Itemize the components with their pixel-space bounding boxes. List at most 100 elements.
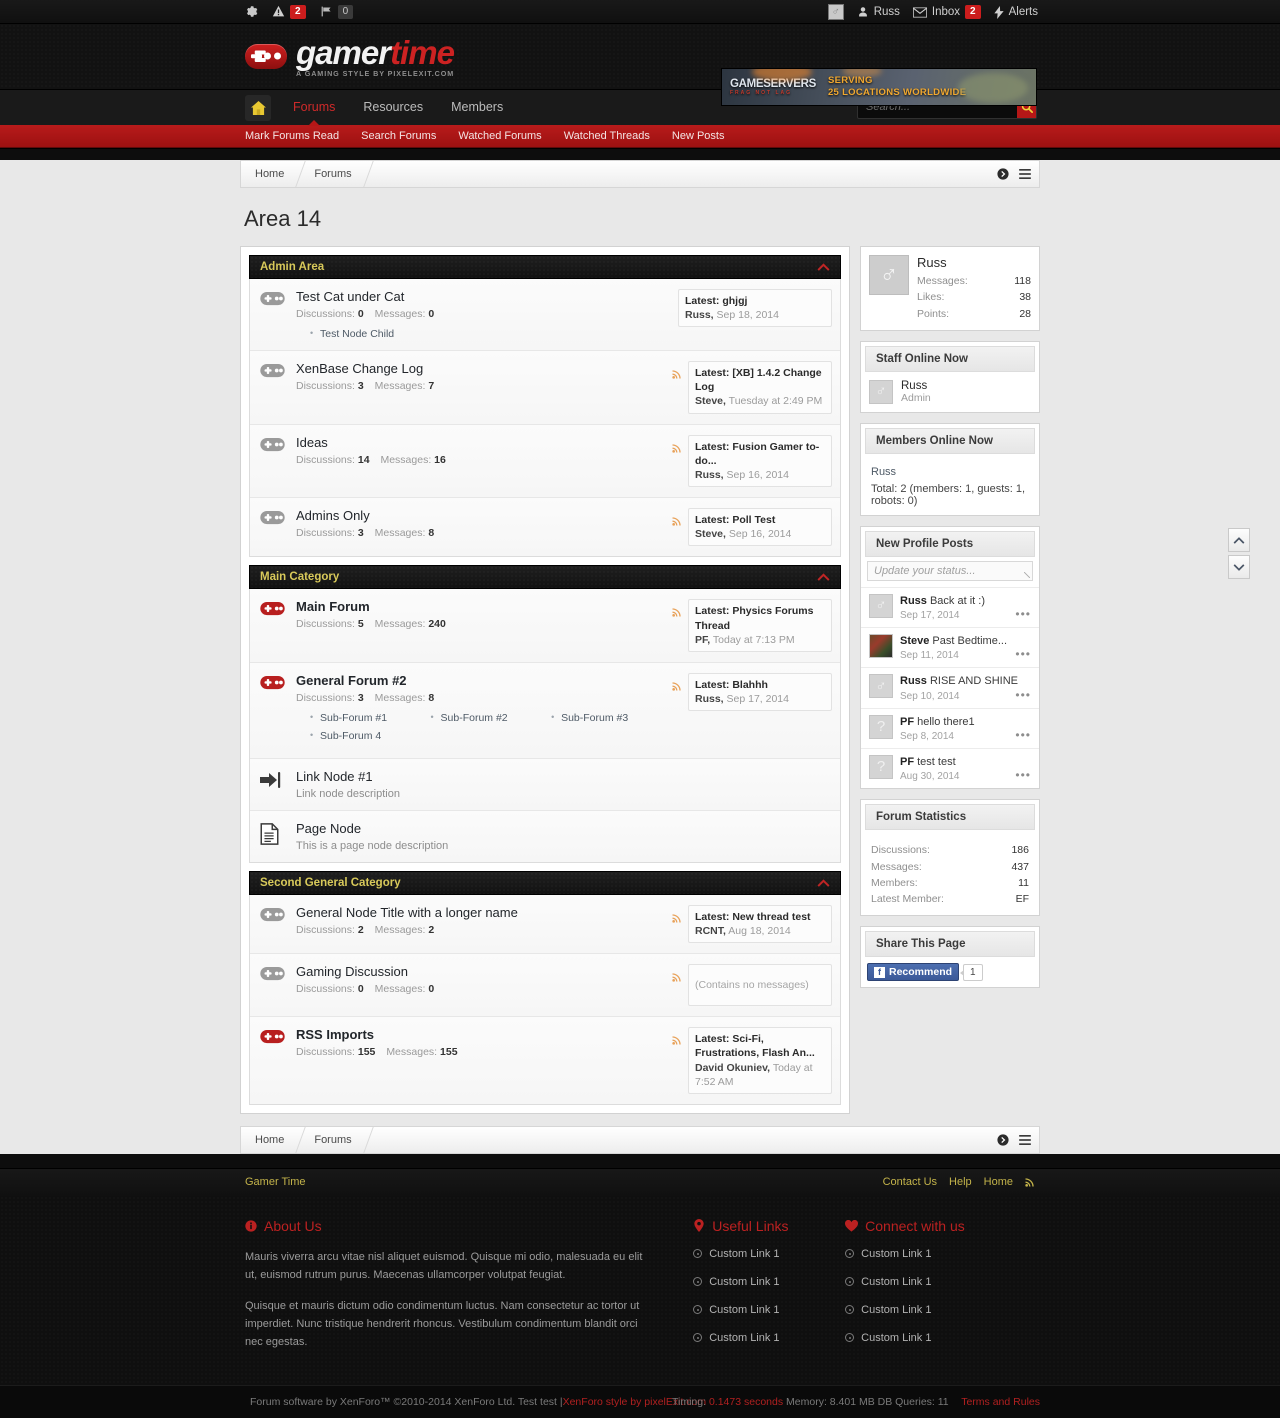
- category-header-main-category[interactable]: Main Category: [249, 565, 841, 590]
- footer-rss-icon[interactable]: [1025, 1177, 1035, 1188]
- node-row[interactable]: Main Forum Discussions: 5 Messages: 240: [250, 589, 840, 663]
- breadcrumb-forums[interactable]: Forums: [300, 161, 367, 187]
- online-member-names[interactable]: Russ: [871, 466, 1029, 478]
- last-post-title[interactable]: Latest: Fusion Gamer to-do...: [695, 440, 825, 468]
- avatar[interactable]: ?: [869, 714, 893, 739]
- footer-connect-link[interactable]: Custom Link 1: [845, 1276, 1035, 1288]
- status-input[interactable]: Update your status...: [867, 560, 1033, 581]
- footer-useful-link[interactable]: Custom Link 1: [693, 1304, 845, 1316]
- rss-icon[interactable]: [672, 508, 682, 526]
- nav-item-resources[interactable]: Resources: [349, 90, 437, 125]
- last-post-user[interactable]: Russ,: [695, 469, 724, 481]
- alerts-menu[interactable]: Alerts: [993, 5, 1038, 19]
- avatar[interactable]: ?: [869, 754, 893, 779]
- rss-icon[interactable]: [672, 361, 682, 379]
- node-row[interactable]: Admins Only Discussions: 3 Messages: 8 L…: [250, 498, 840, 557]
- subnav-watched-forums[interactable]: Watched Forums: [458, 130, 541, 142]
- node-title[interactable]: Link Node #1: [296, 769, 672, 784]
- node-title[interactable]: Test Cat under Cat: [296, 289, 672, 304]
- node-title[interactable]: Gaming Discussion: [296, 964, 672, 979]
- more-options-icon[interactable]: •••: [1015, 728, 1031, 742]
- rss-icon[interactable]: [672, 1027, 682, 1045]
- node-row[interactable]: Test Cat under Cat Discussions: 0 Messag…: [250, 279, 840, 351]
- rss-icon[interactable]: [672, 905, 682, 923]
- profile-post-item[interactable]: ? PF test test Aug 30, 2014 •••: [861, 747, 1039, 788]
- node-title[interactable]: Main Forum: [296, 599, 672, 614]
- profile-post-user[interactable]: Steve: [900, 635, 929, 647]
- facebook-recommend-button[interactable]: f Recommend: [867, 963, 960, 982]
- site-logo[interactable]: gamertime A GAMING STYLE BY PIXELEXIT.CO…: [245, 36, 455, 77]
- rss-icon[interactable]: [672, 435, 682, 453]
- subforum-item[interactable]: Sub-Forum 4: [310, 730, 431, 742]
- profile-post-item[interactable]: Steve Past Bedtime... Sep 11, 2014 •••: [861, 627, 1039, 667]
- category-header-second-general-category[interactable]: Second General Category: [249, 870, 841, 895]
- footer-connect-link[interactable]: Custom Link 1: [845, 1332, 1035, 1344]
- footer-connect-link[interactable]: Custom Link 1: [845, 1304, 1035, 1316]
- last-post-title[interactable]: Latest: Poll Test: [695, 513, 825, 527]
- banner-ad[interactable]: GAMESERVERS FRAG NOT LAG SERVING 25 LOCA…: [721, 68, 1037, 106]
- inbox-menu[interactable]: Inbox 2: [912, 5, 981, 19]
- scroll-to-top-button[interactable]: [1228, 528, 1250, 552]
- gear-icon[interactable]: [245, 5, 258, 18]
- subnav-mark-forums-read[interactable]: Mark Forums Read: [245, 130, 339, 142]
- subnav-watched-threads[interactable]: Watched Threads: [564, 130, 650, 142]
- visitor-name[interactable]: Russ: [917, 255, 1031, 270]
- last-post-title[interactable]: Latest: New thread test: [695, 910, 825, 924]
- last-post-user[interactable]: David Okuniev,: [695, 1062, 770, 1074]
- nav-item-forums[interactable]: Forums: [279, 90, 349, 126]
- stat-value[interactable]: EF: [1016, 891, 1029, 907]
- staff-name[interactable]: Russ: [901, 380, 931, 392]
- avatar[interactable]: ♂: [869, 674, 893, 699]
- footer-home[interactable]: Home: [984, 1176, 1013, 1188]
- profile-post-user[interactable]: Russ: [900, 595, 927, 607]
- last-post-title[interactable]: Latest: [XB] 1.4.2 Change Log: [695, 366, 825, 394]
- subforum-item[interactable]: Sub-Forum #3: [551, 712, 672, 724]
- last-post-user[interactable]: PF,: [695, 634, 710, 646]
- footer-connect-link[interactable]: Custom Link 1: [845, 1248, 1035, 1260]
- jump-to-icon[interactable]: [997, 168, 1009, 180]
- avatar[interactable]: ♂: [869, 593, 893, 618]
- node-row[interactable]: Page Node This is a page node descriptio…: [250, 810, 840, 862]
- chevron-up-icon[interactable]: [817, 263, 830, 271]
- last-post-title[interactable]: Latest: ghjgj: [685, 294, 825, 308]
- node-title[interactable]: Page Node: [296, 821, 672, 836]
- footer-useful-link[interactable]: Custom Link 1: [693, 1276, 845, 1288]
- child-node[interactable]: Test Node Child: [310, 328, 672, 340]
- breadcrumb-home[interactable]: Home: [241, 161, 300, 187]
- subnav-new-posts[interactable]: New Posts: [672, 130, 725, 142]
- node-row[interactable]: General Node Title with a longer name Di…: [250, 894, 840, 955]
- profile-post-user[interactable]: PF: [900, 756, 914, 768]
- node-title[interactable]: General Node Title with a longer name: [296, 905, 672, 920]
- node-title[interactable]: Ideas: [296, 435, 672, 450]
- subforum-item[interactable]: Sub-Forum #1: [310, 712, 431, 724]
- menu-icon[interactable]: [1019, 1134, 1031, 1145]
- footer-help[interactable]: Help: [949, 1176, 972, 1188]
- last-post-user[interactable]: RCNT,: [695, 925, 726, 937]
- profile-post-item[interactable]: ♂ Russ Back at it :) Sep 17, 2014 •••: [861, 586, 1039, 627]
- node-title[interactable]: Admins Only: [296, 508, 672, 523]
- last-post-title[interactable]: Latest: Sci-Fi, Frustrations, Flash An..…: [695, 1032, 825, 1060]
- node-row[interactable]: Gaming Discussion Discussions: 0 Message…: [250, 954, 840, 1018]
- last-post-user[interactable]: Russ,: [695, 693, 724, 705]
- scroll-to-bottom-button[interactable]: [1228, 555, 1250, 579]
- footer-useful-link[interactable]: Custom Link 1: [693, 1332, 845, 1344]
- node-row[interactable]: XenBase Change Log Discussions: 3 Messag…: [250, 351, 840, 425]
- avatar[interactable]: ♂: [869, 379, 893, 404]
- more-options-icon[interactable]: •••: [1015, 647, 1031, 661]
- last-post-user[interactable]: Steve,: [695, 395, 726, 407]
- breadcrumb-forums[interactable]: Forums: [300, 1127, 367, 1153]
- node-title[interactable]: XenBase Change Log: [296, 361, 672, 376]
- breadcrumb-home[interactable]: Home: [241, 1127, 300, 1153]
- profile-post-user[interactable]: PF: [900, 716, 914, 728]
- profile-post-item[interactable]: ♂ Russ RISE AND SHINE Sep 10, 2014 •••: [861, 667, 1039, 707]
- home-icon[interactable]: [245, 94, 271, 121]
- footer-contact-us[interactable]: Contact Us: [883, 1176, 937, 1188]
- more-options-icon[interactable]: •••: [1015, 768, 1031, 782]
- profile-post-user[interactable]: Russ: [900, 675, 927, 687]
- rss-icon[interactable]: [672, 964, 682, 982]
- footer-useful-link[interactable]: Custom Link 1: [693, 1248, 845, 1260]
- menu-icon[interactable]: [1019, 169, 1031, 179]
- more-options-icon[interactable]: •••: [1015, 688, 1031, 702]
- node-row[interactable]: Ideas Discussions: 14 Messages: 16 Lates…: [250, 424, 840, 499]
- flag-indicator[interactable]: 0: [320, 4, 354, 19]
